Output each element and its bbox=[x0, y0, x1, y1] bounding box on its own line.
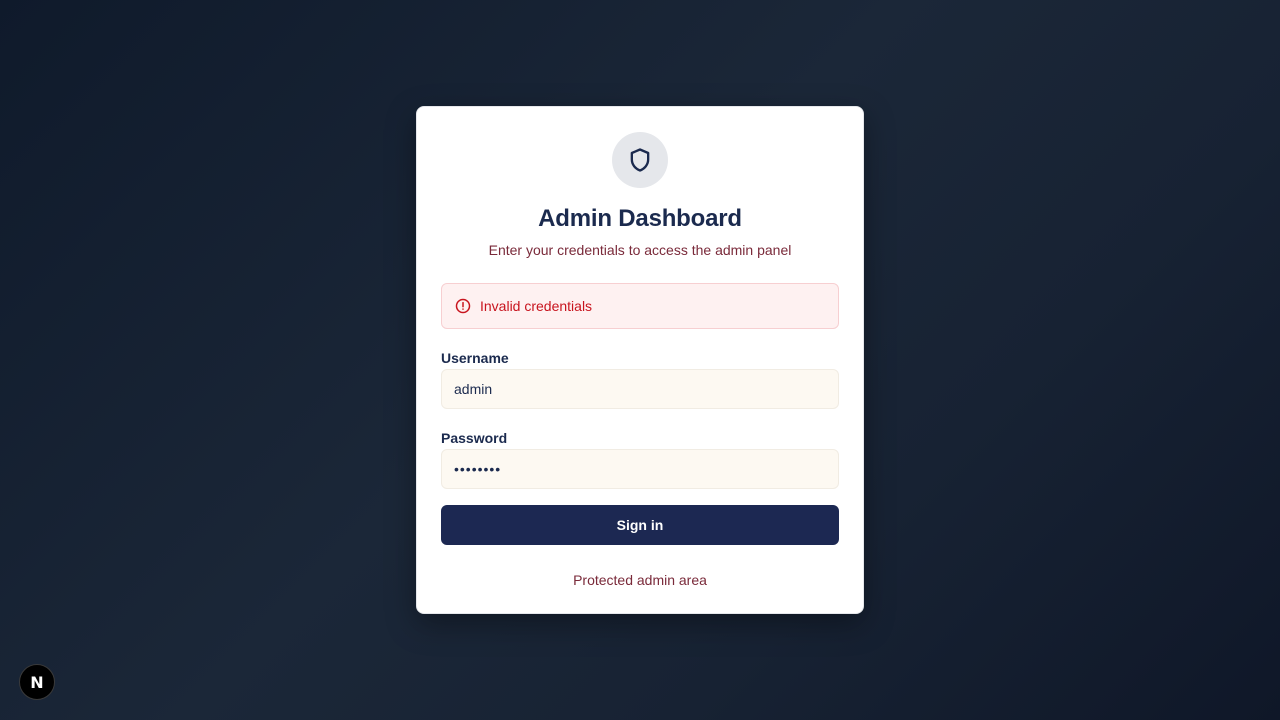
sign-in-button[interactable]: Sign in bbox=[441, 505, 839, 545]
page-title: Admin Dashboard bbox=[538, 205, 742, 232]
alert-circle-icon bbox=[455, 298, 471, 314]
page-subtitle: Enter your credentials to access the adm… bbox=[488, 242, 792, 258]
password-input[interactable] bbox=[441, 449, 839, 489]
username-input[interactable] bbox=[441, 369, 839, 409]
error-alert: Invalid credentials bbox=[441, 283, 839, 329]
footer-note: Protected admin area bbox=[573, 572, 707, 588]
password-label: Password bbox=[441, 430, 508, 446]
dev-tools-badge[interactable]: N bbox=[19, 664, 55, 700]
shield-icon bbox=[612, 132, 668, 188]
login-card: Admin Dashboard Enter your credentials t… bbox=[416, 106, 864, 614]
error-message: Invalid credentials bbox=[480, 298, 593, 314]
username-label: Username bbox=[441, 350, 509, 366]
